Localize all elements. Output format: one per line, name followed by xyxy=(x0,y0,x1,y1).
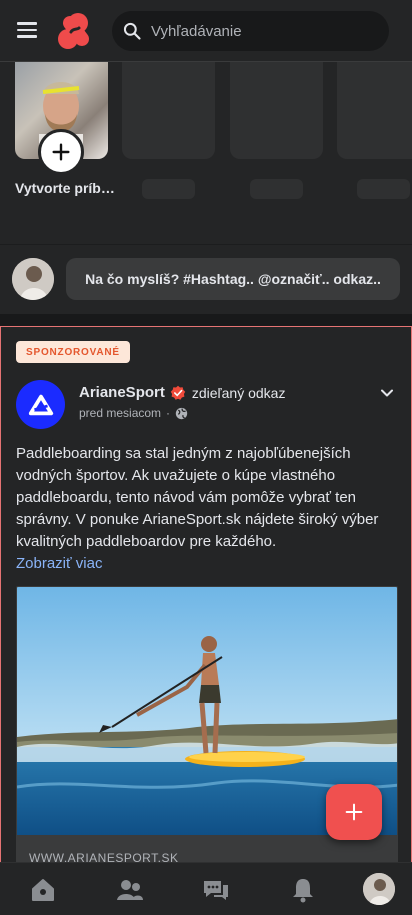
nav-messages[interactable] xyxy=(201,875,231,905)
story-label-placeholder xyxy=(142,179,195,199)
composer-input[interactable]: Na čo myslíš? #Hashtag.. @označiť.. odka… xyxy=(66,258,400,300)
create-story-label: Vytvorte príbeh xyxy=(15,180,115,196)
story-placeholder xyxy=(230,62,323,159)
sponsored-badge: SPONZOROVANÉ xyxy=(16,341,130,363)
story-placeholder xyxy=(122,62,215,159)
home-icon xyxy=(32,879,54,901)
plus-icon xyxy=(52,143,70,161)
story-label-placeholder xyxy=(357,179,410,199)
nav-home[interactable] xyxy=(28,875,58,905)
stories-strip: Vytvorte príbeh xyxy=(0,62,412,244)
post-header: ArianeSport zdieľaný odkaz xyxy=(79,384,285,401)
create-post-button[interactable] xyxy=(326,784,382,840)
nav-friends[interactable] xyxy=(115,875,145,905)
add-story-button[interactable] xyxy=(38,129,84,175)
notifications-icon xyxy=(293,879,313,903)
post-meta: pred mesiacom · xyxy=(79,406,188,420)
see-more-link[interactable]: Zobraziť viac xyxy=(16,555,102,572)
ariane-logo-icon xyxy=(28,394,53,415)
bottom-navigation xyxy=(0,862,412,915)
friends-icon xyxy=(117,880,143,900)
messages-icon xyxy=(204,881,228,900)
app-logo[interactable] xyxy=(56,11,92,51)
search-input[interactable] xyxy=(151,22,371,40)
avatar[interactable] xyxy=(12,258,54,300)
plus-icon xyxy=(345,803,363,821)
post-text: Paddleboarding sa stal jedným z najobľúb… xyxy=(16,445,379,550)
hamburger-icon[interactable] xyxy=(17,22,37,38)
search-icon xyxy=(123,22,141,40)
post-composer: Na čo myslíš? #Hashtag.. @označiť.. odka… xyxy=(0,244,412,314)
post-time[interactable]: pred mesiacom xyxy=(79,406,161,420)
verified-badge-icon xyxy=(170,385,186,400)
top-bar xyxy=(0,0,412,62)
nav-notifications[interactable] xyxy=(288,875,318,905)
author-avatar[interactable] xyxy=(16,380,65,429)
profile-avatar[interactable] xyxy=(363,873,395,905)
chevron-down-icon[interactable] xyxy=(379,385,395,401)
story-label-placeholder xyxy=(250,179,303,199)
author-name[interactable]: ArianeSport xyxy=(79,384,165,401)
search-bar[interactable] xyxy=(112,11,389,51)
post-action: zdieľaný odkaz xyxy=(191,384,286,401)
globe-icon xyxy=(175,407,188,419)
meta-separator: · xyxy=(166,406,171,420)
story-placeholder xyxy=(337,62,412,159)
